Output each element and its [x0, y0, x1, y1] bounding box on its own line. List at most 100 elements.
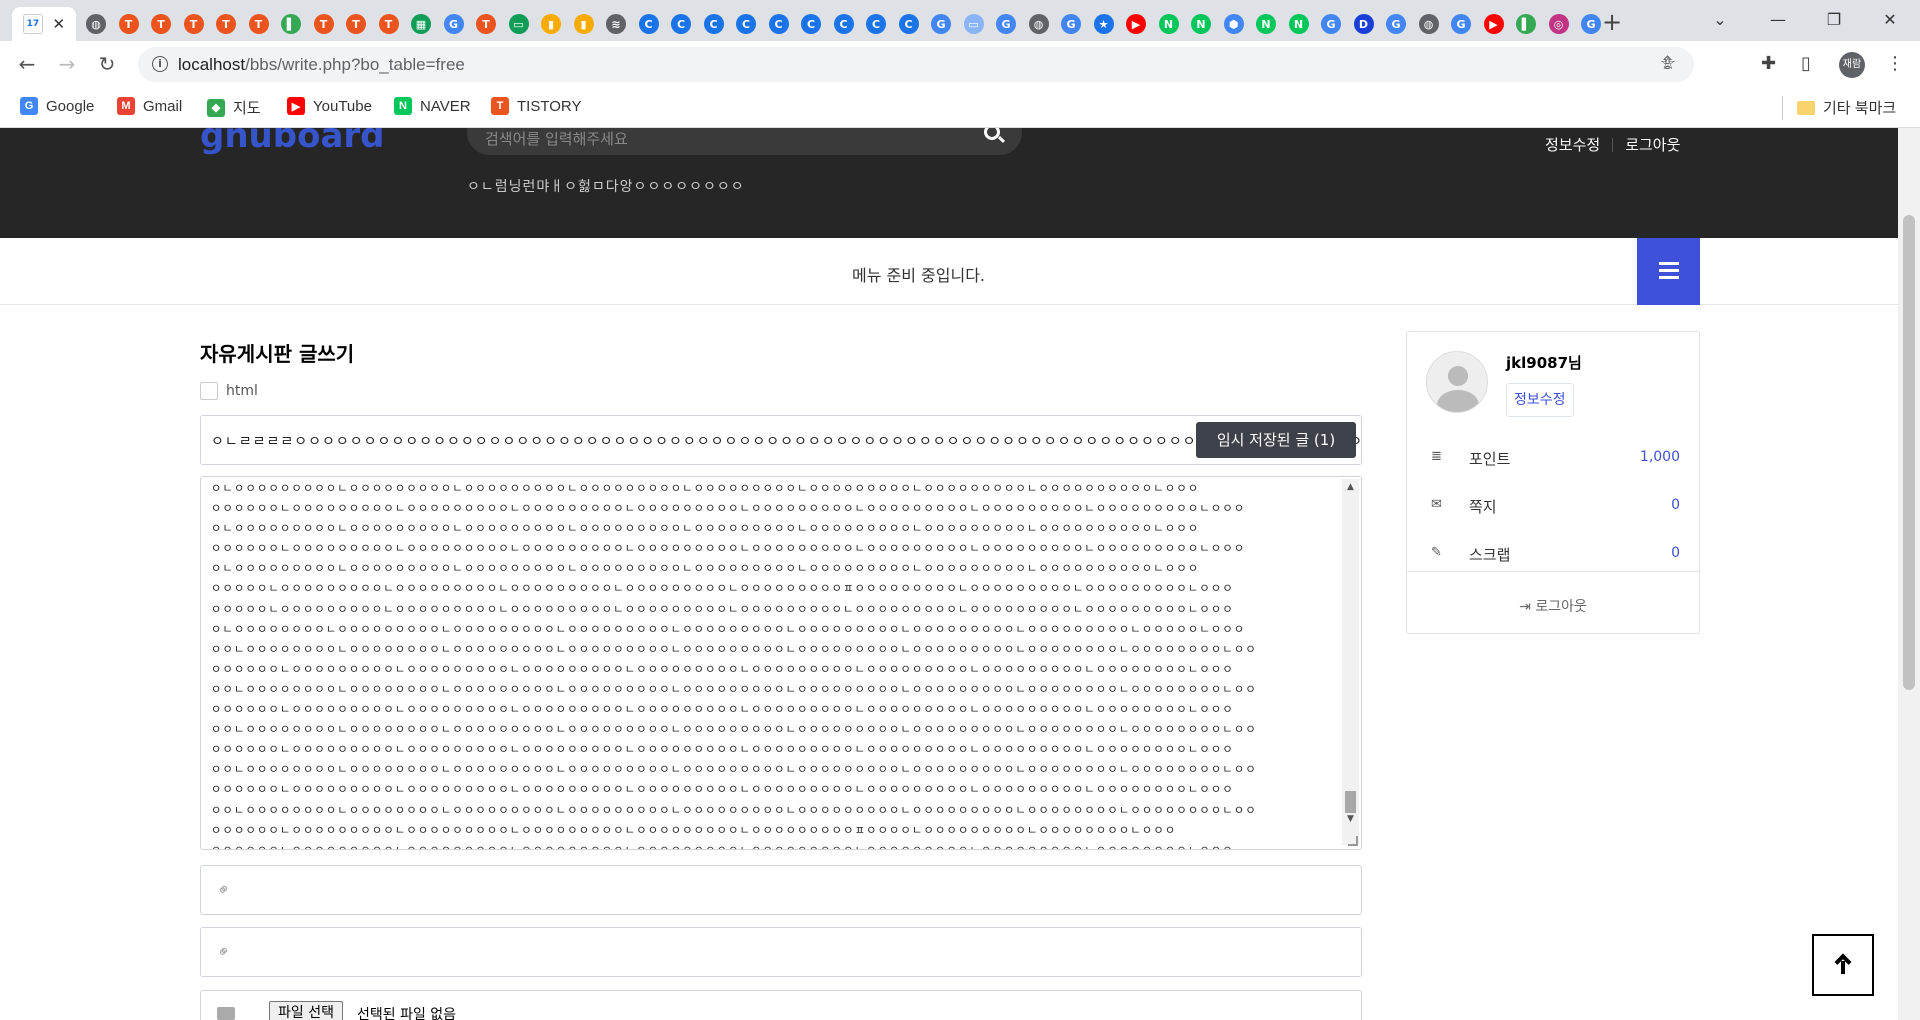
browser-tab[interactable]: T [243, 7, 275, 41]
browser-tab[interactable]: G [438, 7, 470, 41]
bookmark-star-icon[interactable]: ☆ [1660, 53, 1676, 74]
bookmark-gmail[interactable]: M Gmail [117, 97, 182, 115]
scroll-down-arrow-icon[interactable]: ▼ [1342, 811, 1359, 827]
profile-avatar[interactable]: 재람 [1839, 52, 1865, 78]
browser-tab[interactable]: ▌ [275, 7, 307, 41]
member-nickname[interactable]: jkl9087님 [1506, 352, 1582, 373]
menu-kebab-icon[interactable]: ⋮ [1886, 53, 1904, 74]
browser-tab[interactable]: T [470, 7, 502, 41]
member-avatar[interactable] [1426, 351, 1488, 413]
browser-tab[interactable]: G [1445, 7, 1477, 41]
browser-tab[interactable]: C [828, 7, 860, 41]
link-field-2[interactable]: ⚭ [200, 927, 1362, 977]
browser-tab[interactable]: G [1315, 7, 1347, 41]
browser-tab[interactable]: ▌ [1510, 7, 1542, 41]
search-icon[interactable] [984, 128, 1000, 140]
browser-tab[interactable]: T [178, 7, 210, 41]
stat-scrap[interactable]: ✎ 스크랩 0 [1407, 544, 1699, 564]
browser-tab[interactable]: T [340, 7, 372, 41]
stat-messages[interactable]: ✉ 쪽지 0 [1407, 496, 1699, 516]
stat-points[interactable]: ≣ 포인트 1,000 [1407, 448, 1699, 468]
browser-tab[interactable]: C [763, 7, 795, 41]
browser-tab[interactable]: ≋ [600, 7, 632, 41]
browser-tab[interactable]: ▮ [568, 7, 600, 41]
browser-tab[interactable]: G [990, 7, 1022, 41]
link-field-1[interactable]: ⚭ [200, 865, 1362, 915]
browser-tab[interactable]: N [1153, 7, 1185, 41]
reload-icon[interactable]: ↻ [92, 49, 122, 79]
choose-file-button[interactable]: 파일 선택 [269, 1001, 343, 1020]
bookmark-tistory[interactable]: T TISTORY [491, 97, 581, 115]
resize-grip-icon[interactable] [1348, 836, 1358, 846]
browser-tab[interactable]: T [113, 7, 145, 41]
all-menu-button[interactable] [1637, 238, 1700, 305]
textarea-scrollbar[interactable]: ▲ ▼ [1342, 479, 1359, 845]
browser-tab[interactable]: C [730, 7, 762, 41]
url-field[interactable]: i localhost/bbs/write.php?bo_table=free … [138, 47, 1694, 82]
browser-tab[interactable]: N [1283, 7, 1315, 41]
browser-tab[interactable]: N [1185, 7, 1217, 41]
header-logout-link[interactable]: 로그아웃 [1625, 134, 1680, 155]
browser-tab[interactable]: G [925, 7, 957, 41]
bookmark-google[interactable]: G Google [20, 97, 94, 115]
browser-tab[interactable]: ◍ [1023, 7, 1055, 41]
autosave-button[interactable]: 임시 저장된 글 (1) [1196, 422, 1356, 458]
subject-field[interactable]: ㅇㄴㄹㄹㄹㄹㅇㅇㅇㅇㅇㅇㅇㅇㅇㅇㅇㅇㅇㅇㅇㅇㅇㅇㅇㅇㅇㅇㅇㅇㅇㅇㅇㅇㅇㅇㅇㅇㅇㅇ… [200, 415, 1362, 465]
extensions-icon[interactable]: ✚ [1761, 53, 1776, 74]
html-option[interactable]: html [200, 382, 258, 400]
browser-tab[interactable]: N [1250, 7, 1282, 41]
browser-tab[interactable]: T [308, 7, 340, 41]
popular-keywords[interactable]: ㅇㄴ럼닝런먀ㅐㅇ헗ㅁ다앙ㅇㅇㅇㅇㅇㅇㅇㅇ [467, 176, 745, 196]
tab-search-chevron-icon[interactable]: ⌄ [1692, 0, 1748, 41]
bookmark-youtube[interactable]: ▶ YouTube [287, 97, 372, 115]
scroll-to-top-button[interactable] [1812, 934, 1874, 996]
scroll-up-arrow-icon[interactable]: ▲ [1342, 479, 1359, 495]
new-tab-button[interactable]: + [1597, 8, 1627, 38]
browser-tab[interactable]: ▭ [503, 7, 535, 41]
browser-tab[interactable]: C [795, 7, 827, 41]
sidebar-logout-link[interactable]: ⇥ 로그아웃 [1407, 596, 1699, 616]
browser-tab[interactable]: C [893, 7, 925, 41]
back-icon[interactable]: ← [12, 49, 42, 79]
site-search-input[interactable]: 검색어를 입력해주세요 [467, 128, 1022, 155]
browser-tab[interactable]: ▮ [535, 7, 567, 41]
browser-tab[interactable]: ▭ [958, 7, 990, 41]
browser-tab[interactable]: C [698, 7, 730, 41]
site-info-icon[interactable]: i [152, 56, 168, 72]
tab-close-icon[interactable]: ✕ [53, 15, 66, 33]
bookmark-naver[interactable]: N NAVER [394, 97, 471, 115]
browser-tab[interactable]: D [1348, 7, 1380, 41]
restore-button[interactable]: ❐ [1806, 0, 1862, 41]
content-textarea[interactable]: ㅇㄴㅇㅇㅇㅇㅇㅇㅇㅇㅇㄴㅇㅇㅇㅇㅇㅇㅇㅇㅇㄴㅇㅇㅇㅇㅇㅇㅇㅇㅇㄴㅇㅇㅇㅇㅇㅇㅇㅇ… [200, 476, 1362, 850]
browser-tab[interactable]: ▶ [1120, 7, 1152, 41]
close-window-button[interactable]: ✕ [1862, 0, 1918, 41]
browser-tab[interactable]: ◎ [1543, 7, 1575, 41]
browser-tab[interactable]: C [860, 7, 892, 41]
browser-tab[interactable]: ★ [1088, 7, 1120, 41]
browser-tab[interactable]: ◍ [80, 7, 112, 41]
minimize-button[interactable]: — [1750, 0, 1806, 41]
site-logo[interactable]: gnuboard [200, 128, 385, 156]
page-scroll-thumb[interactable] [1903, 215, 1915, 690]
browser-tab[interactable]: ▦ [405, 7, 437, 41]
browser-tab[interactable]: ◍ [1413, 7, 1445, 41]
other-bookmarks[interactable]: 기타 북마크 [1797, 97, 1896, 118]
browser-tab[interactable]: G [1380, 7, 1412, 41]
html-checkbox[interactable] [200, 382, 218, 400]
browser-tab[interactable]: C [665, 7, 697, 41]
side-panel-icon[interactable]: ▯ [1801, 53, 1811, 74]
browser-tab[interactable]: T [373, 7, 405, 41]
forward-icon[interactable]: → [52, 49, 82, 79]
bookmark-지도[interactable]: ◆ 지도 [207, 97, 261, 118]
browser-tab[interactable]: ▶ [1478, 7, 1510, 41]
browser-tab[interactable]: G [1055, 7, 1087, 41]
header-edit-profile-link[interactable]: 정보수정 [1545, 134, 1600, 155]
browser-tab[interactable]: C [633, 7, 665, 41]
page-scrollbar[interactable] [1898, 128, 1920, 1020]
browser-tab[interactable]: 17 ✕ [12, 7, 76, 41]
sidebar-edit-profile-button[interactable]: 정보수정 [1506, 383, 1574, 417]
browser-tab[interactable]: T [145, 7, 177, 41]
textarea-scroll-thumb[interactable] [1345, 791, 1356, 813]
browser-tab[interactable]: T [210, 7, 242, 41]
browser-tab[interactable]: ⬢ [1218, 7, 1250, 41]
